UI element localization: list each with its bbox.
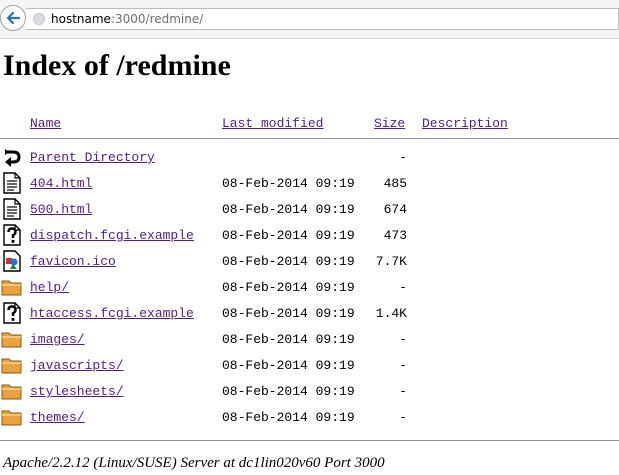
- file-last-modified: 08-Feb-2014 09:19: [222, 228, 355, 243]
- file-link-parent-directory[interactable]: Parent Directory: [30, 150, 155, 166]
- table-row: htaccess.fcgi.example 08-Feb-2014 09:19 1.…: [0, 302, 619, 326]
- file-last-modified: 08-Feb-2014 09:19: [222, 410, 355, 425]
- folder-icon: [1, 328, 23, 350]
- file-size: -: [399, 358, 407, 373]
- file-link-help[interactable]: help/: [30, 280, 69, 296]
- folder-icon: [1, 354, 23, 376]
- table-row: favicon.ico 08-Feb-2014 09:19 7.7K: [0, 250, 619, 274]
- file-link-htaccess-fcgi-example[interactable]: htaccess.fcgi.example: [30, 306, 194, 322]
- image-icon: [1, 250, 23, 272]
- file-size: -: [399, 384, 407, 399]
- file-size: -: [399, 280, 407, 295]
- file-last-modified: 08-Feb-2014 09:19: [222, 384, 355, 399]
- globe-icon: [33, 13, 45, 25]
- column-last-modified-link[interactable]: Last modified: [222, 116, 323, 132]
- footer-divider: [0, 440, 619, 441]
- file-link-dispatch-fcgi-example[interactable]: dispatch.fcgi.example: [30, 228, 194, 244]
- file-last-modified: 08-Feb-2014 09:19: [222, 176, 355, 191]
- file-size: 473: [383, 228, 407, 243]
- folder-icon: [1, 406, 23, 428]
- file-last-modified: 08-Feb-2014 09:19: [222, 306, 355, 321]
- back-button[interactable]: [0, 5, 26, 31]
- address-bar[interactable]: hostname:3000/redmine/: [26, 8, 619, 30]
- back-icon: [1, 146, 23, 168]
- folder-icon: [1, 380, 23, 402]
- table-row: Parent Directory -: [0, 146, 619, 170]
- address-text: hostname:3000/redmine/: [51, 12, 204, 26]
- file-link-500-html[interactable]: 500.html: [30, 202, 92, 218]
- file-size: 7.7K: [375, 254, 407, 269]
- file-link-404-html[interactable]: 404.html: [30, 176, 92, 192]
- file-last-modified: 08-Feb-2014 09:19: [222, 254, 355, 269]
- file-size: 485: [383, 176, 407, 191]
- browser-toolbar: hostname:3000/redmine/: [0, 0, 619, 39]
- header-divider: [0, 138, 619, 139]
- text-icon: [1, 198, 23, 220]
- table-row: dispatch.fcgi.example 08-Feb-2014 09:19 47…: [0, 224, 619, 248]
- column-name-link[interactable]: Name: [30, 116, 61, 132]
- server-signature: Apache/2.2.12 (Linux/SUSE) Server at dc1…: [3, 455, 385, 471]
- page-title: Index of /redmine: [3, 49, 231, 82]
- file-size: -: [399, 410, 407, 425]
- file-last-modified: 08-Feb-2014 09:19: [222, 358, 355, 373]
- table-row: javascripts/08-Feb-2014 09:19 -: [0, 354, 619, 378]
- back-arrow-icon: [6, 11, 20, 25]
- table-row: help/08-Feb-2014 09:19 -: [0, 276, 619, 300]
- file-size: 1.4K: [375, 306, 407, 321]
- table-row: stylesheets/08-Feb-2014 09:19 -: [0, 380, 619, 404]
- file-size: -: [399, 332, 407, 347]
- table-row: 500.html 08-Feb-2014 09:19 674: [0, 198, 619, 222]
- file-link-stylesheets[interactable]: stylesheets/: [30, 384, 124, 400]
- file-size: 674: [383, 202, 407, 217]
- file-link-images[interactable]: images/: [30, 332, 85, 348]
- file-link-favicon-ico[interactable]: favicon.ico: [30, 254, 116, 270]
- column-description-link[interactable]: Description: [422, 116, 508, 132]
- column-size-link[interactable]: Size: [374, 116, 405, 132]
- file-size: -: [399, 150, 407, 165]
- folder-icon: [1, 276, 23, 298]
- table-row: themes/08-Feb-2014 09:19 -: [0, 406, 619, 430]
- file-last-modified: 08-Feb-2014 09:19: [222, 202, 355, 217]
- table-row: 404.html 08-Feb-2014 09:19 485: [0, 172, 619, 196]
- file-last-modified: 08-Feb-2014 09:19: [222, 332, 355, 347]
- text-icon: [1, 172, 23, 194]
- file-link-themes[interactable]: themes/: [30, 410, 85, 426]
- file-last-modified: 08-Feb-2014 09:19: [222, 280, 355, 295]
- table-row: images/08-Feb-2014 09:19 -: [0, 328, 619, 352]
- file-link-javascripts[interactable]: javascripts/: [30, 358, 124, 374]
- unknown-icon: [1, 302, 23, 324]
- unknown-icon: [1, 224, 23, 246]
